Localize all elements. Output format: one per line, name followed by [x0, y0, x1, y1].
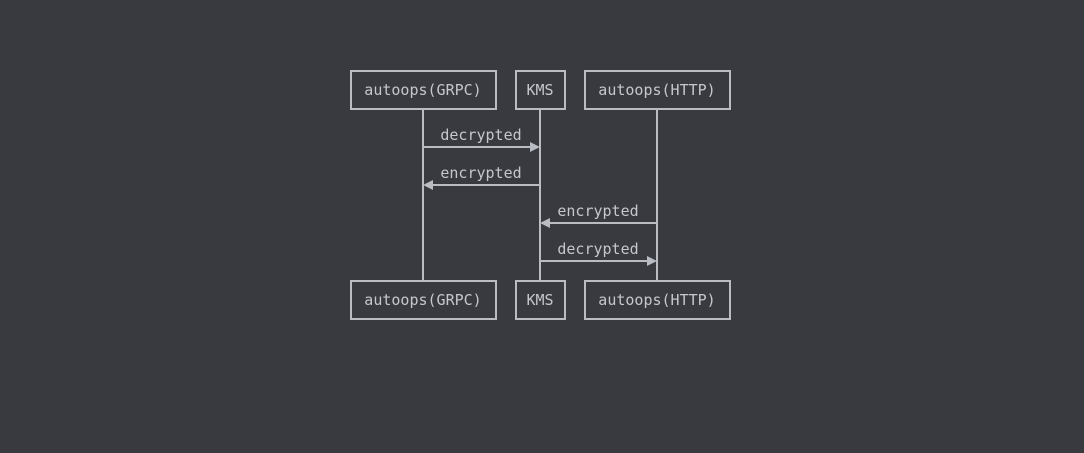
participant-grpc-bottom: autoops(GRPC) — [350, 280, 497, 320]
participant-label: autoops(HTTP) — [598, 81, 715, 99]
participant-label: autoops(HTTP) — [598, 291, 715, 309]
message-grpc-to-kms: decrypted — [423, 126, 540, 152]
arrow-right-icon — [530, 142, 540, 152]
message-label: decrypted — [557, 240, 638, 258]
message-kms-to-http: decrypted — [540, 240, 657, 266]
participant-label: KMS — [526, 81, 553, 99]
message-kms-to-grpc: encrypted — [423, 164, 540, 190]
arrow-left-icon — [423, 180, 433, 190]
message-label: encrypted — [440, 164, 521, 182]
message-label: encrypted — [557, 202, 638, 220]
message-label: decrypted — [440, 126, 521, 144]
participant-kms-top: KMS — [515, 70, 566, 110]
participant-http-top: autoops(HTTP) — [584, 70, 731, 110]
participant-grpc-top: autoops(GRPC) — [350, 70, 497, 110]
sequence-diagram: autoops(GRPC) KMS autoops(HTTP) autoops(… — [350, 70, 731, 320]
message-http-to-kms: encrypted — [540, 202, 657, 228]
participant-kms-bottom: KMS — [515, 280, 566, 320]
participant-label: autoops(GRPC) — [364, 291, 481, 309]
participant-label: KMS — [526, 291, 553, 309]
participant-label: autoops(GRPC) — [364, 81, 481, 99]
arrow-right-icon — [647, 256, 657, 266]
participant-http-bottom: autoops(HTTP) — [584, 280, 731, 320]
arrow-left-icon — [540, 218, 550, 228]
